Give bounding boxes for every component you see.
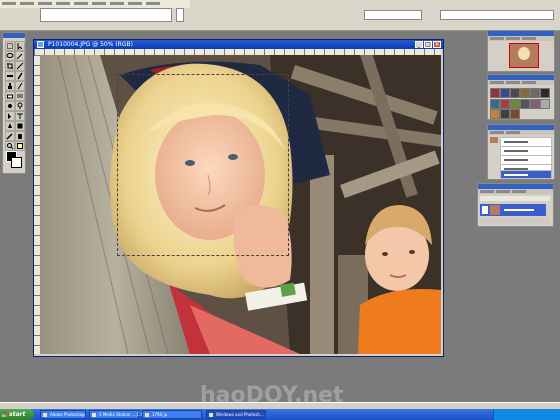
close-button[interactable]: ×: [433, 41, 441, 48]
type-icon[interactable]: [15, 111, 25, 121]
layers-palette: [477, 183, 554, 227]
blur-icon[interactable]: [5, 101, 15, 111]
history-state-active[interactable]: [500, 170, 552, 179]
taskbar-item-label: 1760.jp: [152, 412, 168, 417]
navigator-palette: [487, 30, 555, 72]
taskbar-item-label: 5 Media Station ... C:\...: [99, 412, 146, 417]
photoshop-doc-icon: [37, 41, 44, 48]
system-tray[interactable]: [493, 409, 560, 420]
layer-options-row[interactable]: [480, 196, 550, 201]
style-swatch[interactable]: [490, 109, 500, 119]
document-title: P1010004.JPG @ 50% (RGB): [48, 41, 133, 48]
style-swatch[interactable]: [540, 88, 550, 98]
taskbar-item-photoshop[interactable]: Adobe Photoshop: [40, 410, 86, 419]
layer-row-background[interactable]: [480, 204, 546, 216]
layer-name: [504, 209, 534, 211]
shape-icon[interactable]: [15, 121, 25, 131]
hand-icon[interactable]: [15, 131, 25, 141]
eye-icon[interactable]: [482, 206, 488, 214]
taskbar-item-media[interactable]: 5 Media Station ... C:\...: [89, 410, 146, 419]
options-toggle[interactable]: [176, 8, 184, 22]
app-icon: [145, 413, 149, 417]
maximize-button[interactable]: □: [424, 41, 432, 48]
menu-bar[interactable]: [0, 0, 190, 8]
marquee-selection[interactable]: [117, 74, 289, 256]
eraser-icon[interactable]: [5, 91, 15, 101]
style-swatch[interactable]: [500, 88, 510, 98]
history-palette: [487, 124, 555, 180]
swatches-tabs[interactable]: [488, 80, 554, 85]
taskbar-item-windows-photoshop[interactable]: Windows and Photosh...: [206, 410, 266, 419]
style-swatch[interactable]: [530, 99, 540, 109]
style-swatch[interactable]: [540, 99, 550, 109]
palette-well[interactable]: [440, 10, 554, 20]
windows-logo-icon: [2, 412, 7, 417]
toolbox-title-bar[interactable]: [3, 33, 25, 38]
options-field[interactable]: [40, 8, 172, 22]
magic-wand-icon[interactable]: [15, 51, 25, 61]
eyedropper-icon[interactable]: [5, 131, 15, 141]
taskbar-item-label: Windows and Photosh...: [216, 412, 264, 417]
minimize-button[interactable]: _: [415, 41, 423, 48]
style-swatch[interactable]: [500, 109, 510, 119]
options-bar: [0, 0, 560, 31]
slice-icon[interactable]: [15, 61, 25, 71]
app-icon: [209, 413, 213, 417]
document-title-bar[interactable]: P1010004.JPG @ 50% (RGB) _ □ ×: [34, 40, 443, 49]
navigator-thumbnail[interactable]: [509, 43, 539, 68]
toolbox: [2, 32, 26, 174]
style-swatch[interactable]: [510, 109, 520, 119]
app-icon: [43, 413, 47, 417]
move-icon[interactable]: [15, 41, 25, 51]
style-swatch[interactable]: [520, 88, 530, 98]
app-icon: [92, 413, 96, 417]
document-window: P1010004.JPG @ 50% (RGB) _ □ ×: [33, 39, 444, 357]
lasso-icon[interactable]: [5, 51, 15, 61]
crop-icon[interactable]: [5, 61, 15, 71]
dodge-icon[interactable]: [15, 101, 25, 111]
navigator-tabs[interactable]: [488, 36, 554, 41]
layer-thumbnail: [490, 205, 500, 215]
background-color-swatch[interactable]: [11, 157, 22, 168]
layers-tabs[interactable]: [478, 189, 553, 194]
clone-stamp-icon[interactable]: [5, 81, 15, 91]
image-canvas[interactable]: [40, 55, 441, 354]
marquee-icon[interactable]: [5, 41, 15, 51]
layers-footer[interactable]: [480, 218, 550, 224]
taskbar: start Adobe Photoshop 5 Media Station ..…: [0, 409, 560, 420]
path-select-icon[interactable]: [5, 111, 15, 121]
style-swatch[interactable]: [500, 99, 510, 109]
style-swatch[interactable]: [490, 99, 500, 109]
style-swatch[interactable]: [490, 88, 500, 98]
snapshot-thumbnail[interactable]: [490, 137, 498, 143]
pen-icon[interactable]: [5, 121, 15, 131]
history-brush-icon[interactable]: [15, 81, 25, 91]
file-browser-well[interactable]: [364, 10, 422, 20]
style-swatch[interactable]: [520, 99, 530, 109]
notes-icon[interactable]: [15, 141, 25, 151]
taskbar-item-image[interactable]: 1760.jp: [142, 410, 202, 419]
taskbar-item-label: Adobe Photoshop: [50, 412, 85, 417]
start-button[interactable]: start: [0, 409, 34, 420]
style-swatch[interactable]: [510, 88, 520, 98]
watermark: haoDOY.net: [190, 378, 370, 408]
style-swatch[interactable]: [530, 88, 540, 98]
brush-icon[interactable]: [15, 71, 25, 81]
zoom-icon[interactable]: [5, 141, 15, 151]
swatches-palette: [487, 74, 555, 120]
healing-brush-icon[interactable]: [5, 71, 15, 81]
history-tabs[interactable]: [488, 130, 554, 135]
style-swatch[interactable]: [510, 99, 520, 109]
watermark-text: haoDOY.net: [200, 383, 344, 408]
gradient-icon[interactable]: [15, 91, 25, 101]
start-label: start: [9, 411, 26, 418]
